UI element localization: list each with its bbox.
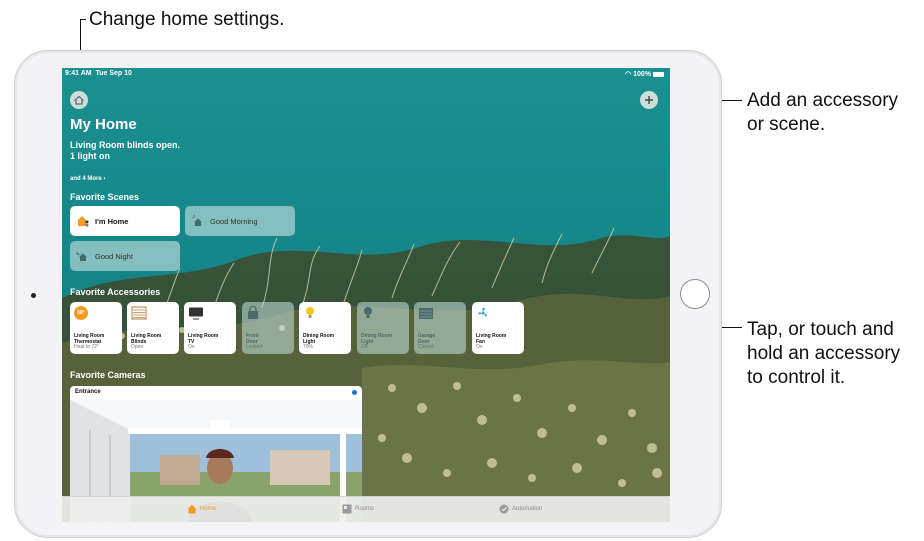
wifi-icon: ◠ [625,71,632,78]
accessory-dining-room-light-off[interactable]: Dining Room Light Off [357,302,409,354]
home-title: My Home [70,116,137,133]
status-time: 9:41 AM Tue Sep 10 [65,70,132,77]
callout-tap-accessory: Tap, or touch and hold an accessory to c… [747,318,900,390]
lightbulb-icon [306,307,314,318]
callout-tap-line2: hold an accessory [747,343,901,364]
home-status: Living Room blinds open. 1 light on [70,140,180,162]
lock-icon [248,306,258,319]
rooms-icon [342,504,352,514]
camera-label: Entrance [75,389,101,395]
accessory-garage-door[interactable]: Garage Door Closed [414,302,466,354]
scene-label: Good Morning [210,216,258,226]
favorite-scenes-heading: Favorite Scenes [70,192,140,202]
callout-tap-line3: to control it. [747,367,846,388]
tab-rooms[interactable]: Rooms [342,504,374,514]
battery-icon [653,71,664,77]
accessory-label: Living Room Fan On [476,333,507,351]
accessory-label: Living Room Blinds Open [131,333,162,351]
home-settings-button[interactable] [70,91,88,109]
favorite-accessories-heading: Favorite Accessories [70,287,161,297]
accessory-label: Dining Room Light 70% [303,333,335,351]
tab-home[interactable]: Home [187,504,216,514]
accessory-dining-room-light-on[interactable]: Dining Room Light 70% [299,302,351,354]
more-status-link[interactable]: and 4 More › [70,176,105,182]
tab-label: Automation [512,506,543,512]
tab-label: Rooms [355,506,375,512]
callout-line-settings-top [80,19,86,20]
home-status-line2: 1 light on [70,151,110,161]
tab-automation[interactable]: Automation [499,504,542,514]
tab-bar: Home Rooms Automation [62,496,670,522]
accessory-label: Front Door Locked [246,333,263,351]
thermostat-icon: 68° [74,306,88,320]
favorite-cameras-heading: Favorite Cameras [70,370,146,380]
ipad-home-button[interactable] [680,279,710,309]
sunrise-home-icon [191,214,205,228]
clock-check-icon [499,504,509,514]
camera-live-indicator [352,390,357,395]
callout-tap-line1: Tap, or touch and [747,319,894,340]
garage-door-icon [419,308,433,319]
accessory-label: Garage Door Closed [418,333,436,351]
scene-im-home[interactable]: I'm Home [70,206,180,236]
tab-label: Home [200,506,217,512]
accessory-living-room-blinds[interactable]: Living Room Blinds Open [127,302,179,354]
fan-icon [478,307,487,317]
accessory-label: Dining Room Light Off [361,333,393,351]
accessory-living-room-tv[interactable]: Living Room TV On [184,302,236,354]
scene-label: Good Night [95,251,133,261]
callout-add-accessory: Add an accessory or scene. [747,89,898,137]
scene-label: I'm Home [95,216,129,226]
accessory-label: Living Room Thermostat Heat to 72° [74,333,105,351]
person-home-icon [76,214,90,228]
house-icon [187,504,197,514]
accessory-label: Living Room TV On [188,333,219,351]
home-app-screen: 9:41 AM Tue Sep 10 ◠ 100% My Home Living… [62,68,670,522]
status-battery: ◠ 100% [625,70,664,78]
moon-home-icon [76,249,90,263]
accessory-living-room-fan[interactable]: Living Room Fan On [472,302,524,354]
accessory-front-door[interactable]: Front Door Locked [242,302,294,354]
home-status-line1: Living Room blinds open. [70,140,180,150]
lightbulb-icon [364,307,372,318]
scene-good-morning[interactable]: Good Morning [185,206,295,236]
add-button[interactable] [640,91,658,109]
callout-add-line1: Add an accessory [747,90,899,111]
tv-icon [189,307,203,320]
house-icon [74,95,84,105]
plus-icon [645,96,653,104]
accessory-living-room-thermostat[interactable]: 68° Living Room Thermostat Heat to 72° [70,302,122,354]
scene-good-night[interactable]: Good Night [70,241,180,271]
front-camera [31,293,36,298]
callout-change-home-settings: Change home settings. [89,9,285,30]
blinds-icon [131,306,147,320]
callout-add-line2: or scene. [747,114,826,135]
